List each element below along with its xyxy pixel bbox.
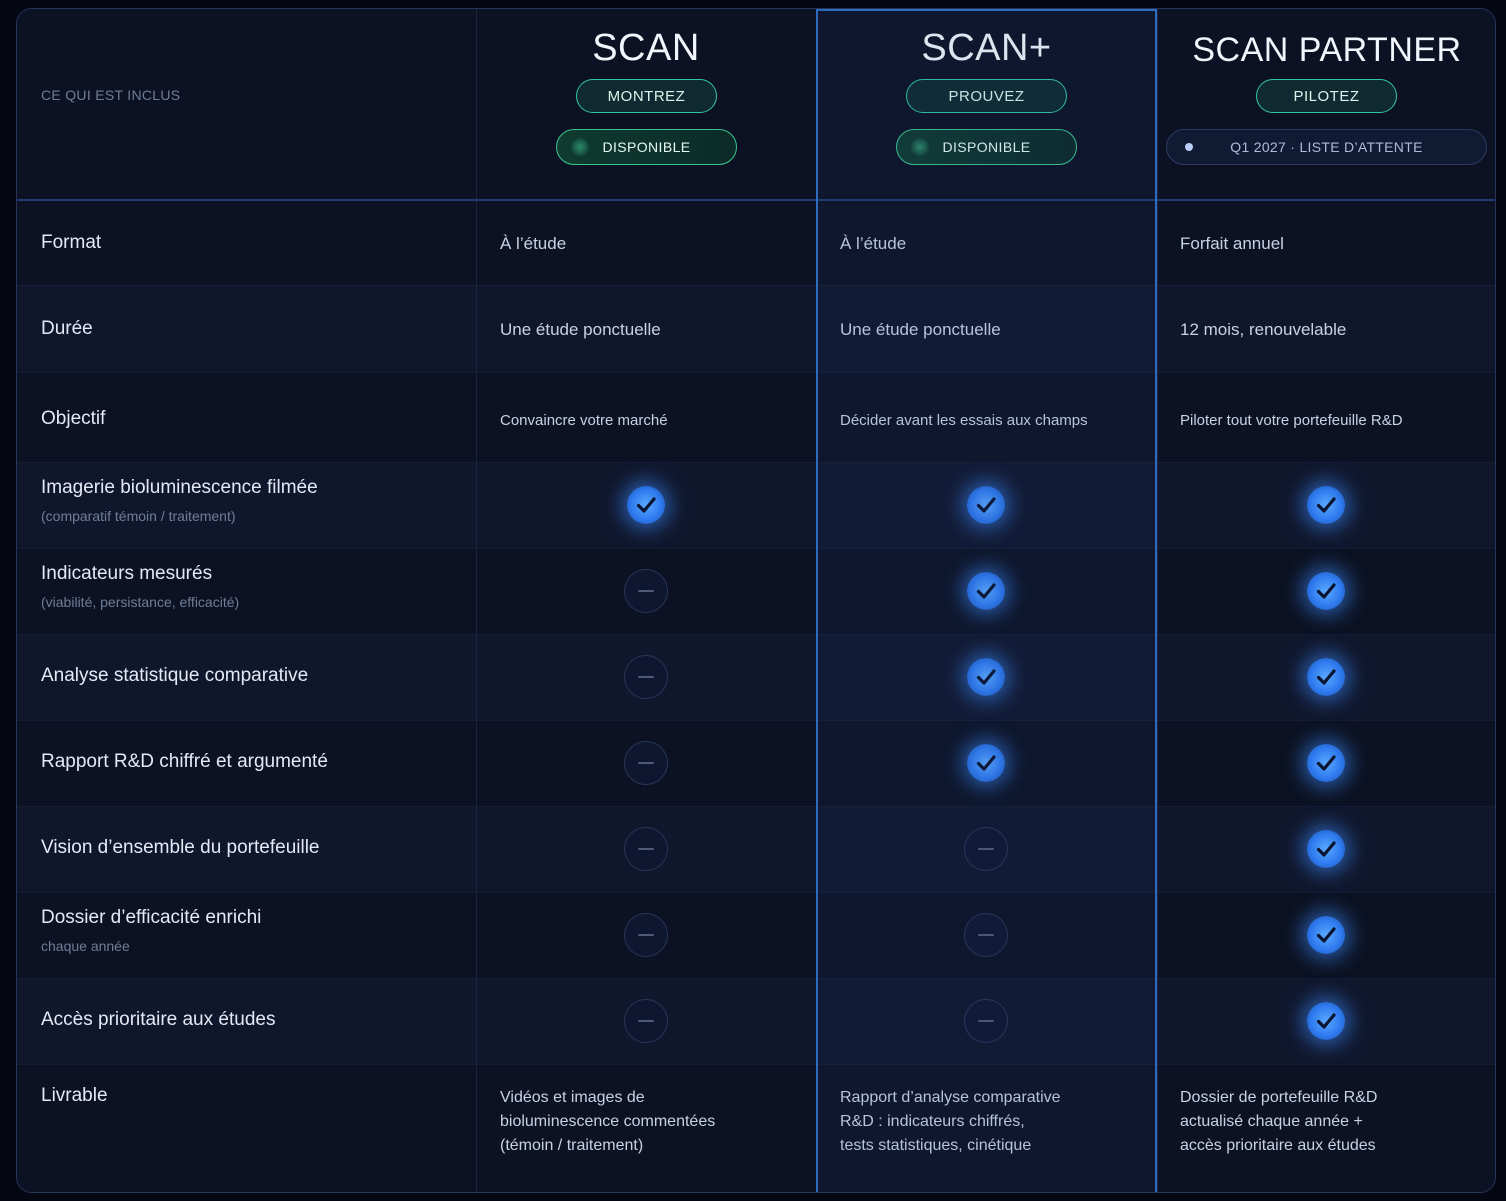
cell-format-scan-plus: À l’étude: [840, 234, 907, 253]
livrable-line: Dossier de portefeuille R&D: [1180, 1089, 1378, 1106]
row-label-vision: Vision d’ensemble du portefeuille: [41, 837, 320, 858]
row-label-rapport: Rapport R&D chiffré et argumenté: [41, 751, 328, 772]
status-badge-scan-plus: DISPONIBLE: [896, 129, 1077, 165]
status-dot-icon: [571, 138, 589, 156]
livrable-line: bioluminescence commentées: [500, 1113, 716, 1130]
status-label: Q1 2027 · LISTE D’ATTENTE: [1230, 139, 1423, 155]
plan-title-scan: SCAN: [592, 27, 700, 69]
column-divider: [476, 9, 477, 1192]
row-bg-dossier: [17, 892, 1495, 978]
status-dot-icon: [1185, 143, 1193, 151]
row-label-imagerie: Imagerie bioluminescence filmée: [41, 477, 318, 498]
cell-duree-scan-partner: 12 mois, renouvelable: [1180, 320, 1347, 339]
row-sublabel-imagerie: (comparatif témoin / traitement): [41, 508, 236, 524]
checkmark-icon: [967, 658, 1005, 696]
checkmark-icon: [1307, 572, 1345, 610]
row-divider: [17, 892, 1495, 893]
checkmark-icon: [1307, 744, 1345, 782]
row-divider: [17, 806, 1495, 807]
cell-objectif-scan-plus: Décider avant les essais aux champs: [840, 412, 1088, 429]
livrable-line: (témoin / traitement): [500, 1137, 644, 1154]
checkmark-icon: [967, 572, 1005, 610]
included-label: CE QUI EST INCLUS: [41, 87, 181, 103]
row-label-objectif: Objectif: [41, 408, 106, 429]
livrable-line: tests statistiques, cinétique: [840, 1137, 1032, 1154]
header-divider: [17, 199, 1495, 201]
cell-objectif-scan-partner: Piloter tout votre portefeuille R&D: [1180, 412, 1403, 429]
row-divider: [17, 720, 1495, 721]
row-divider: [17, 978, 1495, 979]
row-label-acces: Accès prioritaire aux études: [41, 1009, 276, 1030]
row-label-duree: Durée: [41, 318, 93, 339]
status-label: DISPONIBLE: [942, 139, 1031, 155]
cell-format-scan-partner: Forfait annuel: [1180, 234, 1284, 253]
minus-icon: [624, 655, 668, 699]
checkmark-icon: [1307, 830, 1345, 868]
status-dot-icon: [911, 138, 929, 156]
minus-icon: [964, 913, 1008, 957]
row-bg-indicateurs: [17, 548, 1495, 634]
row-label-format: Format: [41, 232, 102, 253]
checkmark-icon: [967, 744, 1005, 782]
checkmark-icon: [1307, 916, 1345, 954]
minus-icon: [624, 913, 668, 957]
minus-icon: [624, 999, 668, 1043]
checkmark-icon: [967, 486, 1005, 524]
cell-duree-scan: Une étude ponctuelle: [500, 320, 661, 339]
minus-icon: [624, 741, 668, 785]
plan-tag-scan-plus: PROUVEZ: [906, 79, 1067, 113]
row-bg-imagerie: [17, 462, 1495, 548]
comparison-table: CE QUI EST INCLUS SCAN MONTREZ DISPONIBL…: [16, 8, 1496, 1193]
livrable-line: accès prioritaire aux études: [1180, 1137, 1376, 1154]
cell-format-scan: À l’étude: [500, 234, 567, 253]
column-divider: [1157, 9, 1158, 1192]
row-label-dossier: Dossier d’efficacité enrichi: [41, 907, 262, 928]
row-divider: [17, 285, 1495, 286]
livrable-line: Vidéos et images de: [500, 1089, 645, 1106]
row-label-indicateurs: Indicateurs mesurés: [41, 563, 213, 584]
status-badge-scan-partner: Q1 2027 · LISTE D’ATTENTE: [1166, 129, 1487, 165]
plan-tag-scan-partner: PILOTEZ: [1256, 79, 1397, 113]
checkmark-icon: [1307, 1002, 1345, 1040]
cell-objectif-scan: Convaincre votre marché: [500, 412, 668, 429]
minus-icon: [624, 827, 668, 871]
minus-icon: [964, 827, 1008, 871]
livrable-line: actualisé chaque année +: [1180, 1113, 1363, 1130]
row-sublabel-dossier: chaque année: [41, 938, 130, 954]
status-label: DISPONIBLE: [602, 139, 691, 155]
checkmark-icon: [1307, 658, 1345, 696]
plan-title-scan-partner: SCAN PARTNER: [1192, 31, 1462, 69]
row-divider: [17, 372, 1495, 373]
livrable-line: R&D : indicateurs chiffrés,: [840, 1113, 1025, 1130]
row-divider: [17, 634, 1495, 635]
row-label-livrable: Livrable: [41, 1085, 108, 1106]
checkmark-icon: [1307, 486, 1345, 524]
row-divider: [17, 462, 1495, 463]
livrable-line: Rapport d’analyse comparative: [840, 1089, 1061, 1106]
row-divider: [17, 548, 1495, 549]
minus-icon: [964, 999, 1008, 1043]
row-sublabel-indicateurs: (viabilité, persistance, efficacité): [41, 594, 240, 610]
row-divider: [17, 1064, 1495, 1065]
cell-livrable-scan: Vidéos et images de bioluminescence comm…: [500, 1086, 715, 1158]
checkmark-icon: [627, 486, 665, 524]
row-label-analyse: Analyse statistique comparative: [41, 665, 309, 686]
plan-tag-scan: MONTREZ: [576, 79, 717, 113]
cell-livrable-scan-partner: Dossier de portefeuille R&D actualisé ch…: [1180, 1086, 1377, 1158]
minus-icon: [624, 569, 668, 613]
plan-title-scan-plus: SCAN+: [921, 27, 1052, 69]
status-badge-scan: DISPONIBLE: [556, 129, 737, 165]
cell-duree-scan-plus: Une étude ponctuelle: [840, 320, 1001, 339]
cell-livrable-scan-plus: Rapport d’analyse comparative R&D : indi…: [840, 1086, 1061, 1158]
